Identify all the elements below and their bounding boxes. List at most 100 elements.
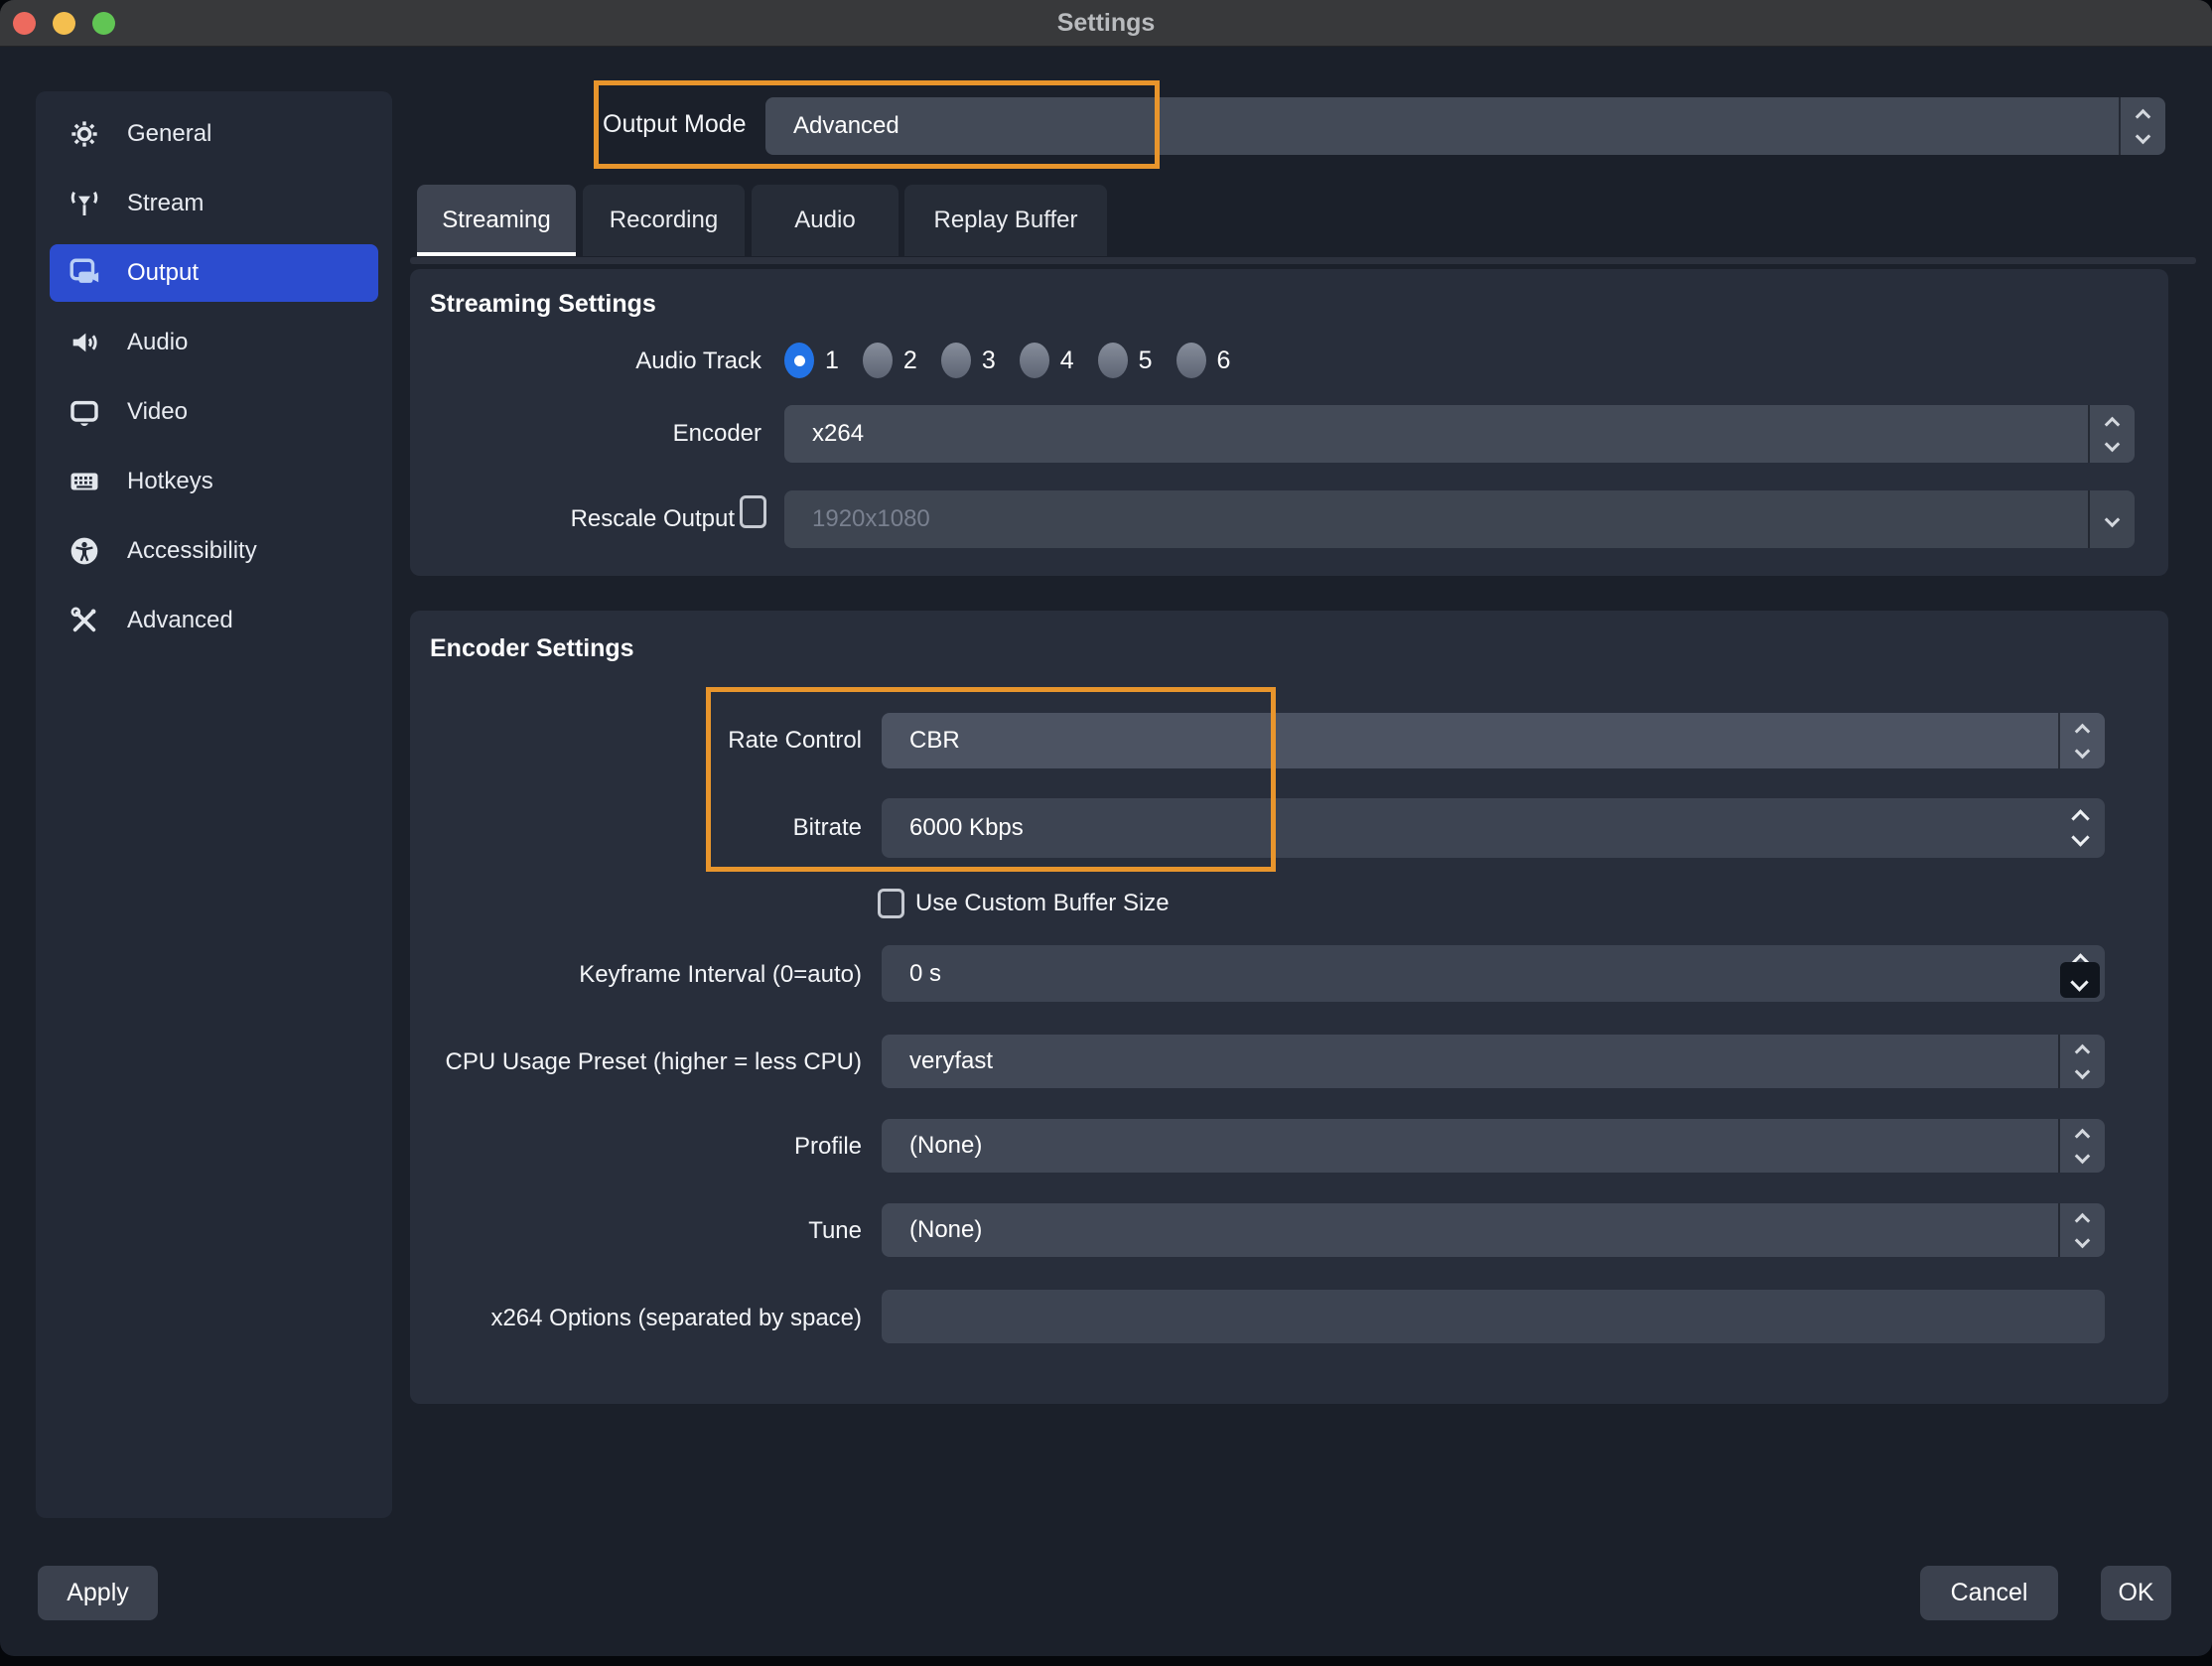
combo-stepper[interactable] — [2058, 1119, 2105, 1173]
ok-button[interactable]: OK — [2101, 1566, 2171, 1620]
sidebar-item-hotkeys[interactable]: Hotkeys — [50, 453, 378, 510]
chevron-down-icon — [2075, 1148, 2091, 1164]
section-title: Encoder Settings — [430, 634, 634, 663]
apply-button[interactable]: Apply — [38, 1566, 158, 1620]
sidebar-item-label: Accessibility — [127, 537, 257, 565]
combo-stepper[interactable] — [2058, 713, 2105, 768]
tab-label: Replay Buffer — [934, 207, 1078, 234]
output-icon — [68, 256, 101, 290]
rate-control-select[interactable]: CBR — [882, 713, 2105, 768]
radio-icon — [941, 343, 971, 378]
tune-label: Tune — [410, 1213, 862, 1249]
output-mode-select[interactable]: Advanced — [765, 97, 2165, 155]
combo-dropdown-arrow[interactable] — [2088, 490, 2135, 548]
tab-label: Audio — [794, 207, 855, 234]
profile-value: (None) — [909, 1119, 982, 1173]
rescale-resolution-value: 1920x1080 — [812, 490, 930, 548]
chevron-down-icon — [2075, 1063, 2091, 1079]
sidebar-item-label: Hotkeys — [127, 468, 213, 495]
tab-replay-buffer[interactable]: Replay Buffer — [904, 185, 1107, 256]
button-label: Cancel — [1951, 1579, 2028, 1607]
combo-stepper[interactable] — [2058, 1035, 2105, 1088]
rescale-output-checkbox[interactable] — [740, 495, 766, 528]
spin-up-icon[interactable] — [2071, 809, 2089, 827]
sidebar-item-video[interactable]: Video — [50, 383, 378, 441]
chevron-up-icon — [2075, 723, 2091, 739]
radio-label: 1 — [825, 347, 839, 375]
spin-down-icon — [2070, 973, 2088, 991]
chevron-down-icon — [2105, 436, 2121, 452]
encoder-select[interactable]: x264 — [784, 405, 2135, 463]
cpu-preset-label: CPU Usage Preset (higher = less CPU) — [410, 1044, 862, 1080]
sidebar-item-accessibility[interactable]: Accessibility — [50, 522, 378, 580]
cpu-preset-select[interactable]: veryfast — [882, 1035, 2105, 1088]
tune-value: (None) — [909, 1203, 982, 1257]
bitrate-spinbox[interactable]: 6000 Kbps — [882, 798, 2105, 858]
radio-track-4[interactable]: 4 — [1020, 343, 1074, 378]
sidebar-item-label: Stream — [127, 190, 204, 217]
spin-down-icon[interactable] — [2071, 828, 2089, 846]
settings-sidebar: General Stream Output Audio Video — [36, 91, 392, 1518]
cancel-button[interactable]: Cancel — [1920, 1566, 2058, 1620]
chevron-down-icon — [2105, 511, 2121, 527]
combo-stepper[interactable] — [2088, 405, 2135, 463]
radio-label: 5 — [1139, 347, 1153, 375]
radio-icon — [1098, 343, 1128, 378]
sidebar-item-general[interactable]: General — [50, 105, 378, 163]
keyframe-interval-value: 0 s — [909, 945, 941, 1002]
gear-icon — [68, 117, 101, 151]
rate-control-label: Rate Control — [410, 723, 862, 759]
rescale-resolution-select[interactable]: 1920x1080 — [784, 490, 2135, 548]
settings-window: Settings General Stream Output Audio — [0, 0, 2212, 1656]
rate-control-value: CBR — [909, 713, 960, 768]
chevron-up-icon — [2105, 416, 2121, 432]
keyframe-interval-spinbox[interactable]: 0 s — [882, 945, 2105, 1002]
radio-icon — [863, 343, 893, 378]
radio-icon — [1176, 343, 1206, 378]
sidebar-item-stream[interactable]: Stream — [50, 175, 378, 232]
encoder-settings-panel: Encoder Settings Rate Control CBR Bitrat… — [410, 611, 2168, 1404]
tab-streaming[interactable]: Streaming — [417, 185, 576, 256]
radio-label: 2 — [903, 347, 917, 375]
speaker-icon — [68, 326, 101, 359]
encoder-value: x264 — [812, 405, 864, 463]
radio-track-3[interactable]: 3 — [941, 343, 996, 378]
cpu-preset-value: veryfast — [909, 1035, 993, 1088]
keyboard-icon — [68, 465, 101, 498]
chevron-down-icon — [2136, 128, 2151, 144]
accessibility-icon — [68, 534, 101, 568]
broadcast-icon — [68, 187, 101, 220]
tab-recording[interactable]: Recording — [583, 185, 745, 256]
tab-audio[interactable]: Audio — [752, 185, 899, 256]
sidebar-item-audio[interactable]: Audio — [50, 314, 378, 371]
sidebar-item-output[interactable]: Output — [50, 244, 378, 302]
chevron-up-icon — [2136, 108, 2151, 124]
output-mode-value: Advanced — [793, 97, 899, 155]
radio-track-2[interactable]: 2 — [863, 343, 917, 378]
button-label: Apply — [67, 1579, 129, 1607]
sidebar-item-label: Audio — [127, 329, 188, 356]
profile-select[interactable]: (None) — [882, 1119, 2105, 1173]
radio-track-1[interactable]: 1 — [784, 343, 839, 378]
x264-options-input[interactable] — [882, 1290, 2105, 1343]
tools-icon — [68, 604, 101, 637]
sidebar-item-label: Advanced — [127, 607, 233, 634]
chevron-up-icon — [2075, 1212, 2091, 1228]
use-custom-buffer-checkbox[interactable] — [878, 889, 904, 918]
radio-track-5[interactable]: 5 — [1098, 343, 1153, 378]
audio-track-radio-group: 1 2 3 4 5 6 — [784, 343, 1254, 378]
tab-pane-divider — [410, 257, 2196, 264]
profile-label: Profile — [410, 1129, 862, 1165]
radio-selected-icon — [784, 343, 814, 378]
combo-stepper[interactable] — [2119, 97, 2165, 155]
combo-stepper[interactable] — [2058, 1203, 2105, 1257]
chevron-up-icon — [2075, 1043, 2091, 1059]
sidebar-item-label: Video — [127, 398, 188, 426]
spin-down-button[interactable] — [2060, 962, 2100, 998]
keyframe-interval-label: Keyframe Interval (0=auto) — [410, 957, 862, 993]
tab-label: Recording — [610, 207, 718, 234]
bitrate-label: Bitrate — [410, 810, 862, 846]
radio-track-6[interactable]: 6 — [1176, 343, 1231, 378]
sidebar-item-advanced[interactable]: Advanced — [50, 592, 378, 649]
tune-select[interactable]: (None) — [882, 1203, 2105, 1257]
